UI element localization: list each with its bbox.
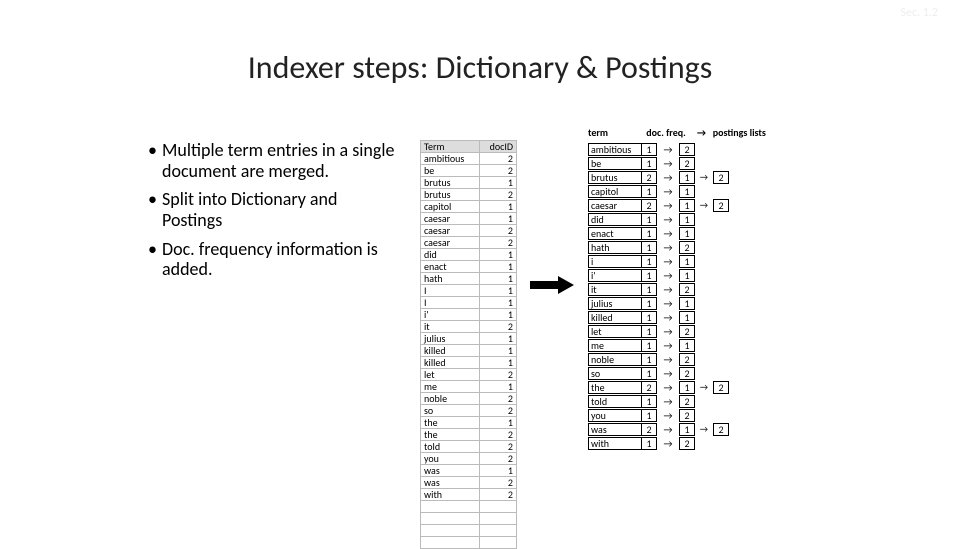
dict-row: capitol1→1 xyxy=(588,185,766,198)
dict-row: i1→1 xyxy=(588,255,766,268)
dict-row: was2→1→2 xyxy=(588,423,766,436)
table-row: brutus1 xyxy=(421,177,517,189)
table-row xyxy=(421,525,517,537)
table-row: so2 xyxy=(421,405,517,417)
dict-row: with1→2 xyxy=(588,437,766,450)
dict-row: ambitious1→2 xyxy=(588,143,766,156)
header-term: term xyxy=(588,126,644,139)
table-row: caesar1 xyxy=(421,213,517,225)
dict-row: brutus2→1→2 xyxy=(588,171,766,184)
dict-row: julius1→1 xyxy=(588,297,766,310)
table-row: was1 xyxy=(421,465,517,477)
table-row: killed1 xyxy=(421,357,517,369)
table-row: ambitious2 xyxy=(421,153,517,165)
bullet-list: Multiple term entries in a single docume… xyxy=(148,140,398,288)
table-row: was2 xyxy=(421,477,517,489)
table-row xyxy=(421,501,517,513)
table-row: you2 xyxy=(421,453,517,465)
arrow-icon xyxy=(530,278,574,292)
dict-row: enact1→1 xyxy=(588,227,766,240)
table-row: I1 xyxy=(421,285,517,297)
section-ref: Sec. 1.2 xyxy=(901,6,939,20)
bullet-item: Doc. frequency information is added. xyxy=(148,239,398,280)
table-row: capitol1 xyxy=(421,201,517,213)
header-arrow: → xyxy=(693,126,711,139)
table-row: killed1 xyxy=(421,345,517,357)
table-row: me1 xyxy=(421,381,517,393)
table-row: I1 xyxy=(421,297,517,309)
table-row: caesar2 xyxy=(421,237,517,249)
table-row: it2 xyxy=(421,321,517,333)
table-row: the2 xyxy=(421,429,517,441)
table-row: brutus2 xyxy=(421,189,517,201)
table-row: told2 xyxy=(421,441,517,453)
dict-row: i'1→1 xyxy=(588,269,766,282)
dict-row: let1→2 xyxy=(588,325,766,338)
header-postings: postings lists xyxy=(713,126,766,139)
dict-row: be1→2 xyxy=(588,157,766,170)
table-row: noble2 xyxy=(421,393,517,405)
dict-row: it1→2 xyxy=(588,283,766,296)
term-docid-table: TermdocIDambitious2be2brutus1brutus2capi… xyxy=(420,140,517,549)
table-row: i'1 xyxy=(421,309,517,321)
dict-row: told1→2 xyxy=(588,395,766,408)
dict-row: did1→1 xyxy=(588,213,766,226)
table-row: julius1 xyxy=(421,333,517,345)
bullet-item: Split into Dictionary and Postings xyxy=(148,189,398,230)
table-row: hath1 xyxy=(421,273,517,285)
slide-title: Indexer steps: Dictionary & Postings xyxy=(0,48,960,87)
dict-row: killed1→1 xyxy=(588,311,766,324)
dict-row: you1→2 xyxy=(588,409,766,422)
table-row: the1 xyxy=(421,417,517,429)
dict-row: the2→1→2 xyxy=(588,381,766,394)
table-row: enact1 xyxy=(421,261,517,273)
dict-row: noble1→2 xyxy=(588,353,766,366)
header-docfreq: doc. freq. xyxy=(646,126,690,139)
dict-row: me1→1 xyxy=(588,339,766,352)
table-row xyxy=(421,537,517,549)
table-row: with2 xyxy=(421,489,517,501)
dict-row: hath1→2 xyxy=(588,241,766,254)
dict-row: so1→2 xyxy=(588,367,766,380)
table-row: be2 xyxy=(421,165,517,177)
dictionary-postings: term doc. freq. → postings lists ambitio… xyxy=(588,126,766,451)
table-row: did1 xyxy=(421,249,517,261)
bullet-item: Multiple term entries in a single docume… xyxy=(148,140,398,181)
dict-row: caesar2→1→2 xyxy=(588,199,766,212)
table-row xyxy=(421,513,517,525)
table-row: caesar2 xyxy=(421,225,517,237)
table-row: let2 xyxy=(421,369,517,381)
